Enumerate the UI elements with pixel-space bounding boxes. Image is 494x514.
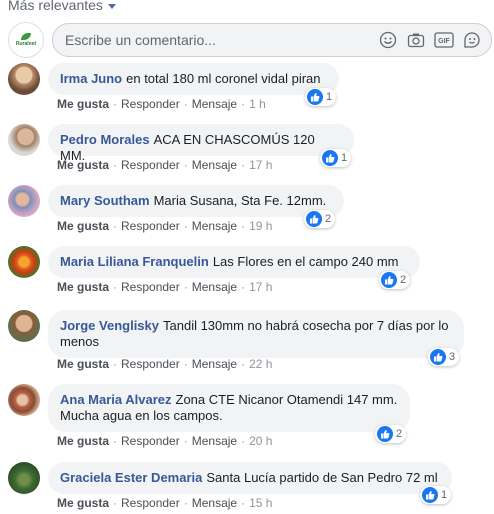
message-button[interactable]: Mensaje (192, 219, 237, 233)
thumbs-up-icon (306, 211, 322, 227)
message-button[interactable]: Mensaje (192, 158, 237, 172)
avatar[interactable] (8, 462, 40, 494)
logo-text: Ruralnet (15, 41, 37, 47)
message-button[interactable]: Mensaje (192, 496, 237, 510)
comment-author[interactable]: Pedro Morales (60, 132, 150, 147)
sticker-icon[interactable] (461, 29, 483, 51)
comment-bubble: Irma Juno en total 180 ml coronel vidal p… (48, 63, 339, 95)
comment-bubble: Pedro Morales ACA EN CHASCOMÚS 120 MM. (48, 124, 354, 163)
reaction-number: 2 (400, 274, 407, 286)
comment-text: Santa Lucía partido de San Pedro 72 ml (206, 470, 438, 485)
comment-timestamp[interactable]: 22 h (249, 357, 272, 371)
thumbs-up-icon (422, 487, 438, 503)
thumbs-up-icon (377, 426, 393, 442)
avatar[interactable] (8, 63, 40, 95)
comment-actions: Me gusta · Responder · Mensaje · 1 h (57, 97, 266, 111)
reaction-number: 3 (449, 351, 456, 363)
comment-text: Las Flores en el campo 240 mm (212, 254, 399, 269)
avatar[interactable] (8, 124, 40, 156)
reply-button[interactable]: Responder (121, 97, 180, 111)
thumbs-up-icon (381, 272, 397, 288)
reaction-count[interactable]: 2 (379, 271, 411, 289)
comment-timestamp[interactable]: 17 h (249, 280, 272, 294)
comment-bubble: Jorge Venglisky Tandil 130mm no habrá cos… (48, 310, 464, 358)
comment-text: en total 180 ml coronel vidal piran (126, 71, 321, 86)
comment-author[interactable]: Graciela Ester Demaria (60, 470, 202, 485)
like-button[interactable]: Me gusta (57, 434, 109, 448)
comment-actions: Me gusta · Responder · Mensaje · 22 h (57, 357, 273, 371)
comment-author[interactable]: Ana Maria Alvarez (60, 392, 172, 407)
comment-text: Maria Susana, Sta Fe. 12mm. (153, 193, 327, 208)
like-button[interactable]: Me gusta (57, 357, 109, 371)
comment-timestamp[interactable]: 20 h (249, 434, 272, 448)
comment-actions: Me gusta · Responder · Mensaje · 17 h (57, 158, 273, 172)
reaction-number: 2 (396, 428, 403, 440)
message-button[interactable]: Mensaje (192, 280, 237, 294)
comment-bubble: Maria Liliana Franquelin Las Flores en el… (48, 246, 420, 278)
avatar[interactable] (8, 185, 40, 217)
thumbs-up-icon (307, 89, 323, 105)
reply-button[interactable]: Responder (121, 496, 180, 510)
comment-actions: Me gusta · Responder · Mensaje · 19 h (57, 219, 273, 233)
comment-author[interactable]: Irma Juno (60, 71, 122, 86)
camera-icon[interactable] (405, 29, 427, 51)
reaction-number: 1 (341, 152, 348, 164)
comment-composer: Ruralnet Escribe un comentario... GIF (8, 22, 492, 58)
comment-author[interactable]: Maria Liliana Franquelin (60, 254, 209, 269)
comment-timestamp[interactable]: 1 h (249, 97, 266, 111)
like-button[interactable]: Me gusta (57, 496, 109, 510)
reaction-number: 1 (441, 489, 448, 501)
message-button[interactable]: Mensaje (192, 97, 237, 111)
comment-author[interactable]: Jorge Venglisky (60, 318, 159, 333)
like-button[interactable]: Me gusta (57, 280, 109, 294)
reaction-count[interactable]: 2 (304, 210, 336, 228)
reaction-count[interactable]: 3 (428, 348, 460, 366)
avatar[interactable] (8, 384, 40, 416)
page-avatar: Ruralnet (8, 22, 44, 58)
thumbs-up-icon (322, 150, 338, 166)
reaction-count[interactable]: 1 (305, 88, 337, 106)
like-button[interactable]: Me gusta (57, 158, 109, 172)
like-button[interactable]: Me gusta (57, 97, 109, 111)
chevron-down-icon (107, 3, 116, 9)
comment-input[interactable]: Escribe un comentario... GIF (52, 23, 492, 57)
reply-button[interactable]: Responder (121, 219, 180, 233)
reply-button[interactable]: Responder (121, 280, 180, 294)
reply-button[interactable]: Responder (121, 434, 180, 448)
comment-actions: Me gusta · Responder · Mensaje · 15 h (57, 496, 273, 510)
reaction-number: 2 (325, 213, 332, 225)
reaction-number: 1 (326, 91, 333, 103)
comment-bubble: Mary Southam Maria Susana, Sta Fe. 12mm. (48, 185, 344, 217)
sort-label: Más relevantes (8, 0, 103, 13)
thumbs-up-icon (430, 349, 446, 365)
message-button[interactable]: Mensaje (192, 434, 237, 448)
comment-timestamp[interactable]: 19 h (249, 219, 272, 233)
reply-button[interactable]: Responder (121, 357, 180, 371)
svg-text:GIF: GIF (438, 38, 450, 45)
comment-bubble: Ana Maria Alvarez Zona CTE Nicanor Otamen… (48, 384, 410, 432)
comment-placeholder: Escribe un comentario... (65, 32, 216, 48)
comment-bubble: Graciela Ester Demaria Santa Lucía partid… (48, 462, 452, 494)
comment-timestamp[interactable]: 17 h (249, 158, 272, 172)
reaction-count[interactable]: 1 (320, 149, 352, 167)
comment-actions: Me gusta · Responder · Mensaje · 17 h (57, 280, 273, 294)
reaction-count[interactable]: 2 (375, 425, 407, 443)
avatar[interactable] (8, 246, 40, 278)
gif-icon[interactable]: GIF (433, 29, 455, 51)
sort-dropdown[interactable]: Más relevantes (8, 0, 116, 13)
like-button[interactable]: Me gusta (57, 219, 109, 233)
leaf-icon (21, 33, 31, 40)
reaction-count[interactable]: 1 (420, 486, 452, 504)
comment-timestamp[interactable]: 15 h (249, 496, 272, 510)
message-button[interactable]: Mensaje (192, 357, 237, 371)
comment-actions: Me gusta · Responder · Mensaje · 20 h (57, 434, 273, 448)
emoji-icon[interactable] (377, 29, 399, 51)
reply-button[interactable]: Responder (121, 158, 180, 172)
comment-author[interactable]: Mary Southam (60, 193, 150, 208)
avatar[interactable] (8, 310, 40, 342)
